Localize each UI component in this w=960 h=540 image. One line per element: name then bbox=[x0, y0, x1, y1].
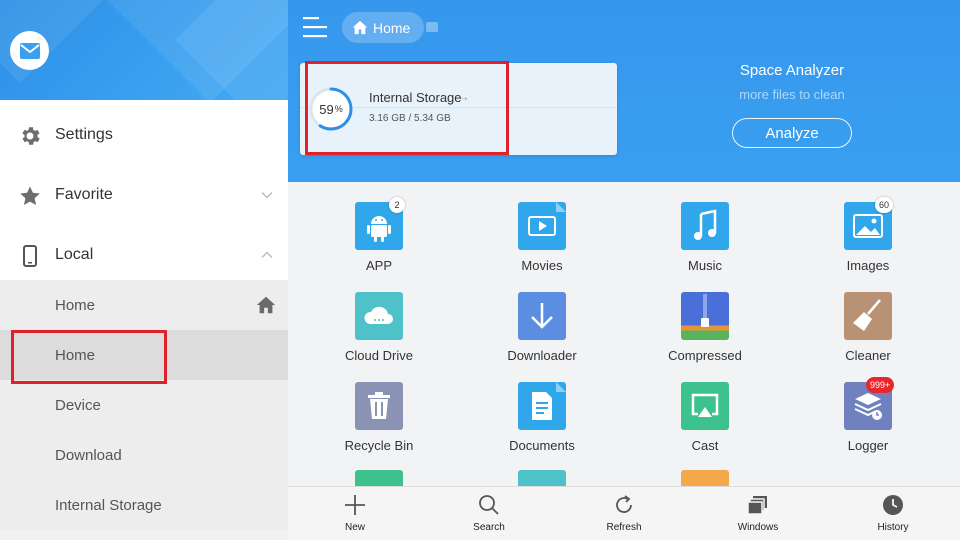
toolbar-label: Search bbox=[473, 522, 505, 533]
mail-icon[interactable] bbox=[10, 31, 49, 70]
sidebar-item-local[interactable]: Local bbox=[0, 230, 288, 280]
history-button[interactable]: History bbox=[843, 487, 943, 540]
sidebar-item-favorite[interactable]: Favorite bbox=[0, 170, 288, 220]
space-analyzer: Space Analyzer more files to clean bbox=[712, 62, 872, 102]
sidebar-item-label: Favorite bbox=[55, 186, 113, 203]
logger-icon: 999+ bbox=[844, 377, 895, 430]
sidebar-subitem-label: Internal Storage bbox=[55, 496, 162, 514]
grid-item-recycle-bin[interactable]: Recycle Bin bbox=[314, 382, 444, 472]
grid-item-music[interactable]: Music bbox=[640, 202, 770, 292]
sidebar-footer bbox=[0, 530, 288, 540]
toolbar-label: Windows bbox=[737, 522, 779, 533]
search-icon bbox=[479, 495, 499, 515]
grid-item-images[interactable]: 60 Images bbox=[803, 197, 933, 292]
grid-item-compressed[interactable]: Compressed bbox=[640, 292, 770, 382]
menu-icon[interactable] bbox=[303, 16, 327, 38]
chevron-down-icon[interactable] bbox=[260, 188, 274, 202]
refresh-icon bbox=[616, 495, 632, 513]
breadcrumb-home[interactable]: Home bbox=[342, 12, 425, 43]
grid-item-cast[interactable]: Cast bbox=[640, 382, 770, 472]
document-icon bbox=[518, 382, 566, 430]
music-icon bbox=[681, 202, 729, 250]
gear-icon bbox=[22, 127, 40, 145]
sidebar-subitem-device[interactable]: Device bbox=[0, 380, 288, 430]
broom-icon bbox=[844, 292, 892, 340]
sidebar-subitem-label: Download bbox=[55, 446, 122, 464]
analyzer-subtitle: more files to clean bbox=[739, 87, 845, 102]
trash-icon bbox=[355, 382, 403, 430]
badge-count: 60 bbox=[875, 197, 894, 213]
analyzer-title: Space Analyzer bbox=[739, 62, 845, 79]
badge-count: 2 bbox=[389, 197, 405, 213]
sidebar-subitem-home[interactable]: Home bbox=[0, 280, 288, 330]
grid-item-label: Cloud Drive bbox=[345, 348, 413, 363]
toolbar-label: New bbox=[344, 522, 365, 533]
download-icon bbox=[518, 292, 566, 340]
toolbar-label: Refresh bbox=[606, 522, 642, 533]
bottom-toolbar: New Search Refresh Windows History bbox=[288, 486, 960, 540]
plus-icon bbox=[345, 495, 365, 515]
windows-button[interactable]: Windows bbox=[708, 487, 808, 540]
sidebar: Settings Favorite Local Home Home Device… bbox=[0, 0, 288, 540]
badge-count: 999+ bbox=[866, 377, 895, 393]
sidebar-item-label: Settings bbox=[55, 126, 113, 143]
chevron-up-icon[interactable] bbox=[260, 248, 274, 262]
windows-icon bbox=[747, 496, 767, 515]
sidebar-subitem-internal-storage[interactable]: Internal Storage bbox=[0, 480, 288, 530]
sidebar-item-settings[interactable]: Settings bbox=[0, 110, 288, 160]
grid-item-label: Recycle Bin bbox=[344, 438, 414, 453]
highlight-annotation bbox=[305, 61, 509, 155]
home-icon bbox=[352, 20, 368, 35]
grid-item-label: Images bbox=[846, 258, 890, 273]
movie-icon bbox=[518, 202, 566, 250]
analyze-button[interactable]: Analyze bbox=[732, 118, 852, 148]
toolbar-label: History bbox=[877, 522, 909, 533]
grid-item-logger[interactable]: 999+ Logger bbox=[803, 377, 933, 472]
breadcrumb-next-icon[interactable] bbox=[426, 22, 438, 32]
grid-item-label: Movies bbox=[521, 258, 563, 273]
grid-item-label: Music bbox=[688, 258, 722, 273]
grid-item-label: Logger bbox=[847, 438, 889, 453]
grid-item-label: Cleaner bbox=[845, 348, 891, 363]
grid-item-label: Documents bbox=[509, 438, 575, 453]
sidebar-item-label: Local bbox=[55, 246, 94, 263]
grid-item-partial[interactable] bbox=[681, 470, 729, 486]
highlight-annotation bbox=[11, 330, 167, 384]
grid-item-documents[interactable]: Documents bbox=[477, 382, 607, 472]
sidebar-subitem-download[interactable]: Download bbox=[0, 430, 288, 480]
star-icon bbox=[20, 186, 40, 205]
sidebar-subitem-label: Home bbox=[55, 296, 96, 314]
cloud-icon bbox=[355, 292, 403, 340]
grid-item-partial[interactable] bbox=[355, 470, 403, 486]
grid-item-label: Cast bbox=[691, 438, 719, 453]
breadcrumb-label: Home bbox=[373, 19, 411, 36]
image-icon: 60 bbox=[844, 197, 894, 250]
grid-item-cloud-drive[interactable]: Cloud Drive bbox=[314, 292, 444, 382]
clock-icon bbox=[883, 495, 903, 515]
grid-item-movies[interactable]: Movies bbox=[477, 202, 607, 292]
sidebar-header bbox=[0, 0, 288, 100]
grid-item-app[interactable]: 2 APP bbox=[314, 197, 444, 292]
new-button[interactable]: New bbox=[305, 487, 405, 540]
grid-item-partial[interactable] bbox=[518, 470, 566, 486]
phone-icon bbox=[23, 245, 37, 267]
android-icon: 2 bbox=[355, 197, 405, 250]
refresh-button[interactable]: Refresh bbox=[574, 487, 674, 540]
cast-icon bbox=[681, 382, 729, 430]
search-button[interactable]: Search bbox=[439, 487, 539, 540]
grid-item-downloader[interactable]: Downloader bbox=[477, 292, 607, 382]
grid-item-label: APP bbox=[365, 258, 392, 273]
grid-item-label: Downloader bbox=[507, 348, 577, 363]
main-panel: Home 59% Internal Storage → 3.16 GB / 5.… bbox=[288, 0, 960, 540]
home-icon[interactable] bbox=[255, 294, 277, 316]
grid-item-label: Compressed bbox=[668, 348, 742, 363]
grid-item-cleaner[interactable]: Cleaner bbox=[803, 292, 933, 382]
zip-icon bbox=[681, 292, 729, 340]
sidebar-subitem-label: Device bbox=[55, 396, 101, 414]
